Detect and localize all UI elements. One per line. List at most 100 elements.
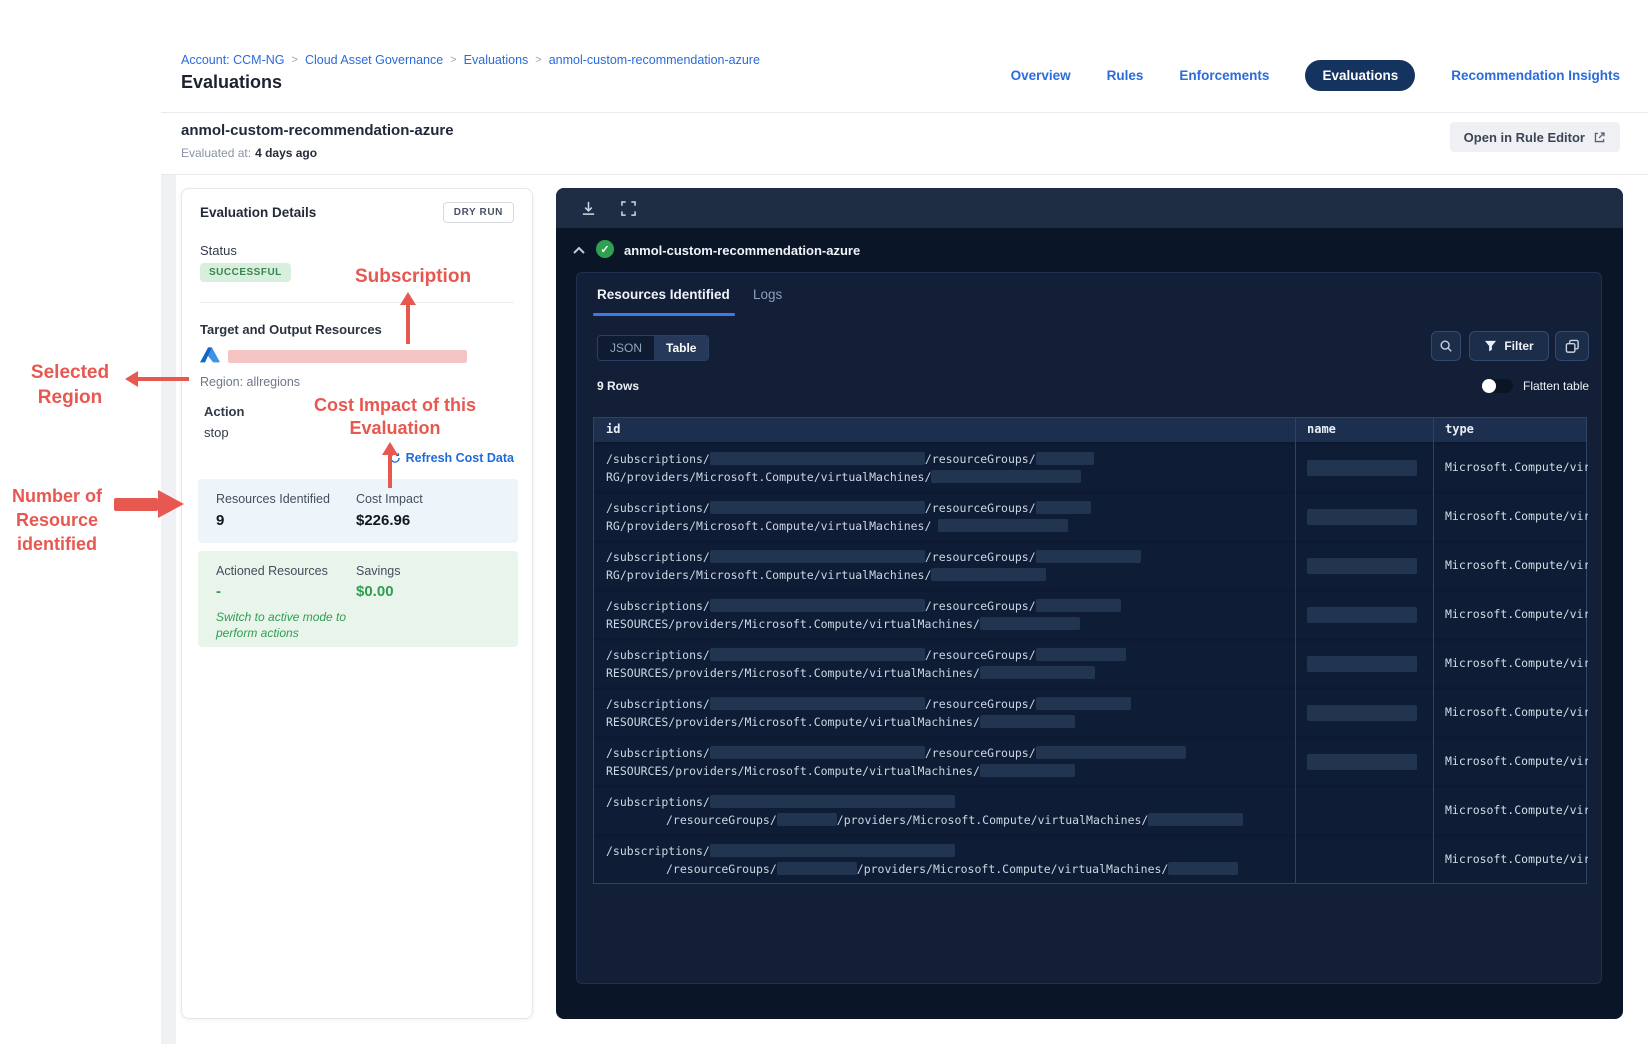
redacted-name xyxy=(1307,460,1417,476)
flatten-table-toggle[interactable] xyxy=(1482,379,1513,393)
cell-name xyxy=(1295,445,1433,491)
funnel-icon xyxy=(1485,340,1497,352)
cell-id: /subscriptions//resourceGroups//provider… xyxy=(594,788,1295,834)
status-label: Status xyxy=(200,243,237,258)
cell-type: Microsoft.Compute/virtu xyxy=(1445,705,1588,719)
redacted-value xyxy=(931,470,1082,483)
cell-type: Microsoft.Compute/virtu xyxy=(1445,852,1588,866)
redacted-value xyxy=(1035,550,1141,563)
redacted-value xyxy=(709,648,925,661)
column-header-name[interactable]: name xyxy=(1295,418,1433,442)
page-title: Evaluations xyxy=(181,72,283,92)
resources-identified-value: 9 xyxy=(216,512,225,529)
text-line: Number of xyxy=(12,486,102,506)
active-tab-underline xyxy=(593,313,735,316)
breadcrumb: Account: CCM-NG > Cloud Asset Governance > E… xyxy=(181,53,760,67)
cell-name xyxy=(1295,837,1433,883)
cost-impact-value: $226.96 xyxy=(356,512,411,529)
cell-type: Microsoft.Compute/virtu xyxy=(1445,558,1588,572)
fullscreen-icon[interactable] xyxy=(618,198,638,218)
table-row[interactable]: /subscriptions//resourceGroups/RG/provid… xyxy=(594,494,1588,540)
nav-tab-recommendation-insights[interactable]: Recommendation Insights xyxy=(1451,68,1620,83)
nav-tab-enforcements[interactable]: Enforcements xyxy=(1179,68,1269,83)
redacted-value xyxy=(776,862,857,875)
redacted-value xyxy=(979,666,1095,679)
text-line: Selected xyxy=(30,362,110,383)
redacted-value xyxy=(1035,599,1121,612)
redacted-value xyxy=(1035,648,1126,661)
annotation-number-of-resources: Number of Resource identified xyxy=(0,484,114,556)
column-header-id[interactable]: id xyxy=(594,418,1295,442)
open-rule-editor-button[interactable]: Open in Rule Editor xyxy=(1449,122,1620,152)
evaluated-at-value: 4 days ago xyxy=(255,146,318,160)
cost-impact-label: Cost Impact xyxy=(356,492,423,506)
actioned-savings-box: Actioned Resources - Savings $0.00 Switc… xyxy=(198,551,518,647)
results-panel: ✓ anmol-custom-recommendation-azure Reso… xyxy=(556,188,1623,1019)
annotation-selected-region: Selected Region xyxy=(6,360,134,410)
redacted-value xyxy=(709,501,925,514)
text-line: Resource xyxy=(15,510,99,530)
refresh-cost-data-link[interactable]: Refresh Cost Data xyxy=(389,451,514,465)
redacted-name xyxy=(1307,558,1417,574)
annotation-thick-arrow-body xyxy=(114,498,158,511)
collapse-chevron-icon[interactable] xyxy=(573,246,585,254)
cell-name xyxy=(1295,494,1433,540)
search-icon xyxy=(1440,340,1452,352)
nav-tab-evaluations[interactable]: Evaluations xyxy=(1305,60,1416,91)
header-divider xyxy=(161,112,1648,113)
nav-tab-rules[interactable]: Rules xyxy=(1107,68,1144,83)
breadcrumb-item[interactable]: Evaluations xyxy=(464,53,529,67)
cell-name xyxy=(1295,641,1433,687)
redacted-value xyxy=(1035,452,1094,465)
table-row[interactable]: /subscriptions//resourceGroups/RESOURCES… xyxy=(594,739,1588,785)
table-row[interactable]: /subscriptions//resourceGroups//provider… xyxy=(594,837,1588,883)
cell-id: /subscriptions//resourceGroups/RG/provid… xyxy=(594,445,1295,491)
action-value: stop xyxy=(204,425,229,440)
redacted-value xyxy=(776,813,837,826)
redacted-name xyxy=(1307,705,1417,721)
table-row[interactable]: /subscriptions//resourceGroups//provider… xyxy=(594,788,1588,834)
table-row[interactable]: /subscriptions//resourceGroups/RESOURCES… xyxy=(594,690,1588,736)
resources-identified-label: Resources Identified xyxy=(216,492,330,506)
cell-type: Microsoft.Compute/virtu xyxy=(1445,656,1588,670)
table-row[interactable]: /subscriptions//resourceGroups/RESOURCES… xyxy=(594,641,1588,687)
tab-resources-identified[interactable]: Resources Identified xyxy=(597,287,730,302)
cell-id: /subscriptions//resourceGroups/RESOURCES… xyxy=(594,739,1295,785)
evaluated-at: Evaluated at: 4 days ago xyxy=(181,146,317,160)
savings-label: Savings xyxy=(356,564,401,578)
open-rule-editor-label: Open in Rule Editor xyxy=(1463,129,1585,145)
table-body: /subscriptions//resourceGroups/RG/provid… xyxy=(594,445,1588,883)
copy-button[interactable] xyxy=(1555,331,1589,361)
table-row[interactable]: /subscriptions//resourceGroups/RESOURCES… xyxy=(594,592,1588,638)
flatten-table-label: Flatten table xyxy=(1523,379,1590,393)
cell-id: /subscriptions//resourceGroups/RESOURCES… xyxy=(594,592,1295,638)
refresh-label: Refresh Cost Data xyxy=(405,451,514,465)
redacted-value xyxy=(979,617,1080,630)
column-separator xyxy=(1433,418,1434,883)
download-icon[interactable] xyxy=(578,198,598,218)
table-row[interactable]: /subscriptions//resourceGroups/RG/provid… xyxy=(594,543,1588,589)
filter-button[interactable]: Filter xyxy=(1469,331,1549,361)
table-header-row: id name type xyxy=(594,418,1586,442)
nav-tab-overview[interactable]: Overview xyxy=(1011,68,1071,83)
search-button[interactable] xyxy=(1431,331,1461,361)
breadcrumb-separator-icon: > xyxy=(450,54,457,66)
table-row[interactable]: /subscriptions//resourceGroups/RG/provid… xyxy=(594,445,1588,491)
breadcrumb-item[interactable]: anmol-custom-recommendation-azure xyxy=(549,53,760,67)
view-toggle-table[interactable]: Table xyxy=(654,336,709,360)
cell-id: /subscriptions//resourceGroups/RESOURCES… xyxy=(594,690,1295,736)
actioned-resources-label: Actioned Resources xyxy=(216,564,328,578)
view-toggle-json[interactable]: JSON xyxy=(598,336,655,360)
card-divider xyxy=(200,302,514,303)
text-line: identified xyxy=(17,534,97,554)
breadcrumb-item[interactable]: Cloud Asset Governance xyxy=(305,53,443,67)
redacted-name xyxy=(1307,607,1417,623)
cell-type: Microsoft.Compute/virtu xyxy=(1445,460,1588,474)
subheader-divider xyxy=(161,174,1648,175)
column-header-type[interactable]: type xyxy=(1433,418,1588,442)
breadcrumb-item[interactable]: Account: CCM-NG xyxy=(181,53,285,67)
redacted-name xyxy=(1307,656,1417,672)
tab-logs[interactable]: Logs xyxy=(753,287,782,302)
success-check-icon: ✓ xyxy=(596,240,614,258)
text-line: Switch to active mode to xyxy=(216,610,347,624)
